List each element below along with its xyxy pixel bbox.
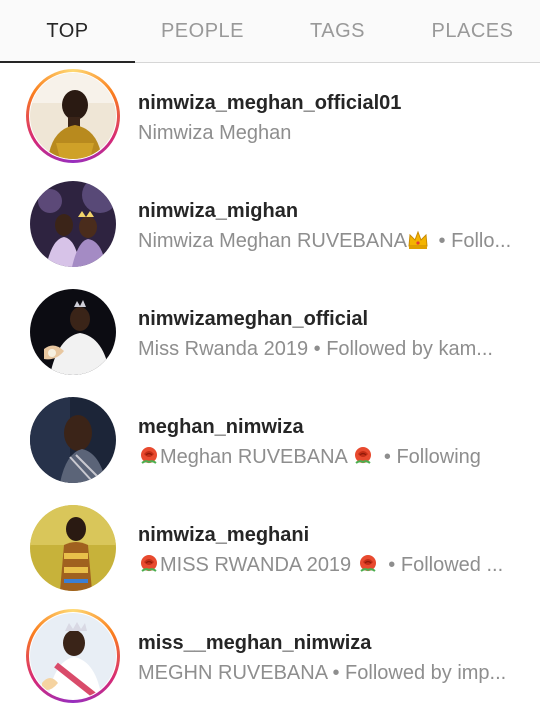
profile-photo xyxy=(30,289,116,375)
tab-people[interactable]: PEOPLE xyxy=(135,0,270,62)
result-subtitle: MISS RWANDA 2019 • Followed ... xyxy=(138,553,520,577)
result-subtitle: Miss Rwanda 2019 • Followed by kam... xyxy=(138,338,493,360)
result-subtitle: Meghan RUVEBANA • Following xyxy=(138,445,520,469)
result-username: meghan_nimwiza xyxy=(138,416,304,438)
rose-icon xyxy=(138,553,160,575)
tab-top[interactable]: TOP xyxy=(0,0,135,63)
profile-photo xyxy=(30,73,116,159)
tab-tags[interactable]: TAGS xyxy=(270,0,405,62)
profile-photo xyxy=(30,397,116,483)
avatar[interactable] xyxy=(26,285,120,379)
result-row[interactable]: miss__meghan_nimwiza MEGHN RUVEBANA • Fo… xyxy=(0,603,540,711)
result-subtitle: MEGHN RUVEBANA • Followed by imp... xyxy=(138,662,507,684)
result-username: nimwiza_mighan xyxy=(138,200,299,222)
rose-icon xyxy=(138,445,160,467)
avatar[interactable] xyxy=(26,609,120,703)
avatar[interactable] xyxy=(26,69,120,163)
crown-icon xyxy=(407,229,429,251)
result-username: nimwiza_meghani xyxy=(138,524,310,546)
avatar[interactable] xyxy=(26,393,120,487)
profile-photo xyxy=(30,505,116,591)
tab-places[interactable]: PLACES xyxy=(405,0,540,62)
search-tabs: TOP PEOPLE TAGS PLACES xyxy=(0,0,540,63)
rose-icon xyxy=(357,553,379,575)
result-username: nimwiza_meghan_official01 xyxy=(138,92,402,114)
result-subtitle: Nimwiza Meghan RUVEBANA • Follo... xyxy=(138,229,512,252)
result-row[interactable]: nimwizameghan_official Miss Rwanda 2019 … xyxy=(0,279,540,387)
result-username: nimwizameghan_official xyxy=(138,308,369,330)
avatar[interactable] xyxy=(26,501,120,595)
avatar[interactable] xyxy=(26,177,120,271)
result-username: miss__meghan_nimwiza xyxy=(138,632,372,654)
profile-photo xyxy=(30,613,116,699)
result-subtitle: Nimwiza Meghan xyxy=(138,122,292,144)
rose-icon xyxy=(352,445,374,467)
profile-photo xyxy=(30,181,116,267)
search-results-list: nimwiza_meghan_official01 Nimwiza Meghan xyxy=(0,63,540,711)
result-row[interactable]: meghan_nimwiza Meghan RUVEBANA • Followi… xyxy=(0,387,540,495)
result-row[interactable]: nimwiza_meghan_official01 Nimwiza Meghan xyxy=(0,63,540,171)
result-row[interactable]: nimwiza_meghani MISS RWANDA 2019 • Follo… xyxy=(0,495,540,603)
result-row[interactable]: nimwiza_mighan Nimwiza Meghan RUVEBANA •… xyxy=(0,171,540,279)
